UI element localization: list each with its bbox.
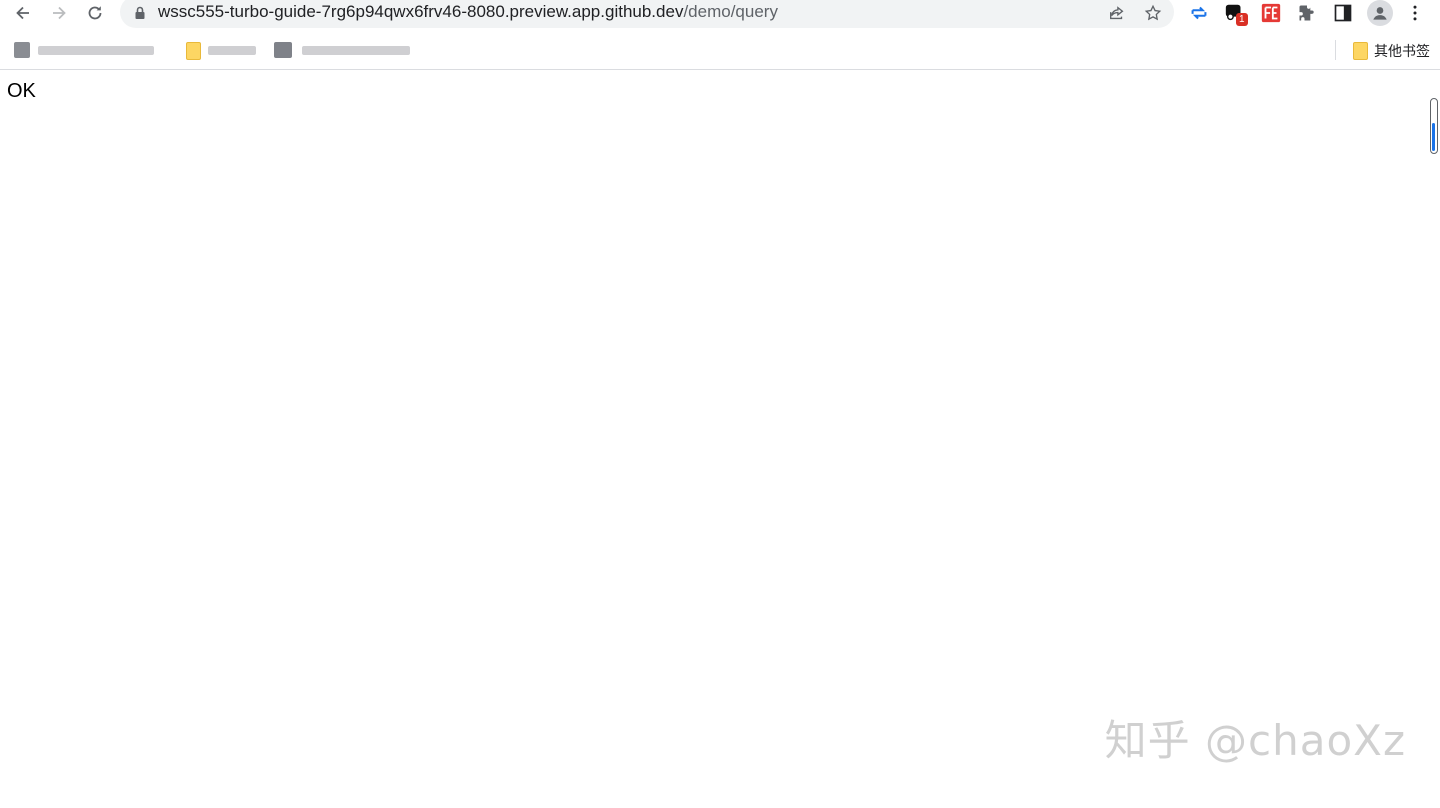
bookmarks-bar: 其他书签 bbox=[0, 36, 1440, 70]
browser-toolbar: wssc555-turbo-guide-7rg6p94qwx6frv46-808… bbox=[0, 0, 1440, 28]
browser-menu-button[interactable] bbox=[1403, 1, 1427, 25]
back-icon bbox=[16, 6, 29, 20]
share-button[interactable] bbox=[1106, 2, 1128, 24]
bookmark-star-button[interactable] bbox=[1142, 2, 1164, 24]
url-text: wssc555-turbo-guide-7rg6p94qwx6frv46-808… bbox=[158, 1, 778, 23]
profile-icon bbox=[1373, 7, 1387, 20]
forward-button[interactable] bbox=[45, 0, 73, 26]
side-panel-icon bbox=[1334, 4, 1352, 22]
back-button[interactable] bbox=[9, 0, 37, 26]
share-icon bbox=[1110, 6, 1124, 20]
sync-icon bbox=[1191, 6, 1207, 20]
reload-icon bbox=[88, 6, 102, 20]
watermark: 知乎 @chaoXz bbox=[1104, 716, 1406, 765]
extensions-button[interactable] bbox=[1295, 1, 1319, 25]
bookmark-label-redacted bbox=[208, 46, 256, 55]
address-bar[interactable]: wssc555-turbo-guide-7rg6p94qwx6frv46-808… bbox=[120, 0, 1174, 28]
profile-button[interactable] bbox=[1367, 0, 1393, 26]
forward-icon bbox=[53, 6, 66, 20]
url-host: wssc555-turbo-guide-7rg6p94qwx6frv46-808… bbox=[158, 2, 684, 21]
bookmarks-separator bbox=[1335, 40, 1336, 60]
scrollbar-thumb[interactable] bbox=[1432, 123, 1435, 151]
bookmark-label-redacted bbox=[38, 46, 154, 55]
page-scrollbar[interactable] bbox=[1430, 98, 1438, 154]
menu-icon bbox=[1413, 5, 1417, 21]
bookmark-item-2[interactable] bbox=[186, 40, 258, 60]
fe-helper-icon bbox=[1261, 3, 1281, 23]
bookmark-favicon bbox=[14, 42, 30, 58]
other-bookmarks-label: 其他书签 bbox=[1374, 43, 1430, 59]
side-panel-button[interactable] bbox=[1331, 1, 1355, 25]
star-icon bbox=[1144, 4, 1162, 21]
response-text: OK bbox=[7, 80, 36, 102]
bookmark-item-1[interactable] bbox=[14, 40, 159, 60]
puzzle-icon bbox=[1299, 5, 1314, 21]
page-content: OK bbox=[0, 70, 1440, 808]
sync-extension-button[interactable] bbox=[1187, 1, 1211, 25]
bookmark-favicon bbox=[274, 42, 292, 58]
extension-badge-button[interactable]: 1 bbox=[1223, 1, 1248, 26]
folder-icon bbox=[1353, 42, 1368, 60]
bookmark-label-redacted bbox=[302, 46, 410, 55]
bookmark-item-3[interactable] bbox=[274, 40, 414, 60]
fe-extension-button[interactable] bbox=[1259, 1, 1283, 25]
other-bookmarks-button[interactable]: 其他书签 bbox=[1353, 40, 1430, 62]
bookmark-folder-icon bbox=[186, 42, 201, 60]
extension-badge: 1 bbox=[1236, 13, 1248, 26]
lock-icon[interactable] bbox=[132, 5, 148, 21]
url-path: /demo/query bbox=[683, 2, 778, 21]
reload-button[interactable] bbox=[81, 0, 109, 26]
